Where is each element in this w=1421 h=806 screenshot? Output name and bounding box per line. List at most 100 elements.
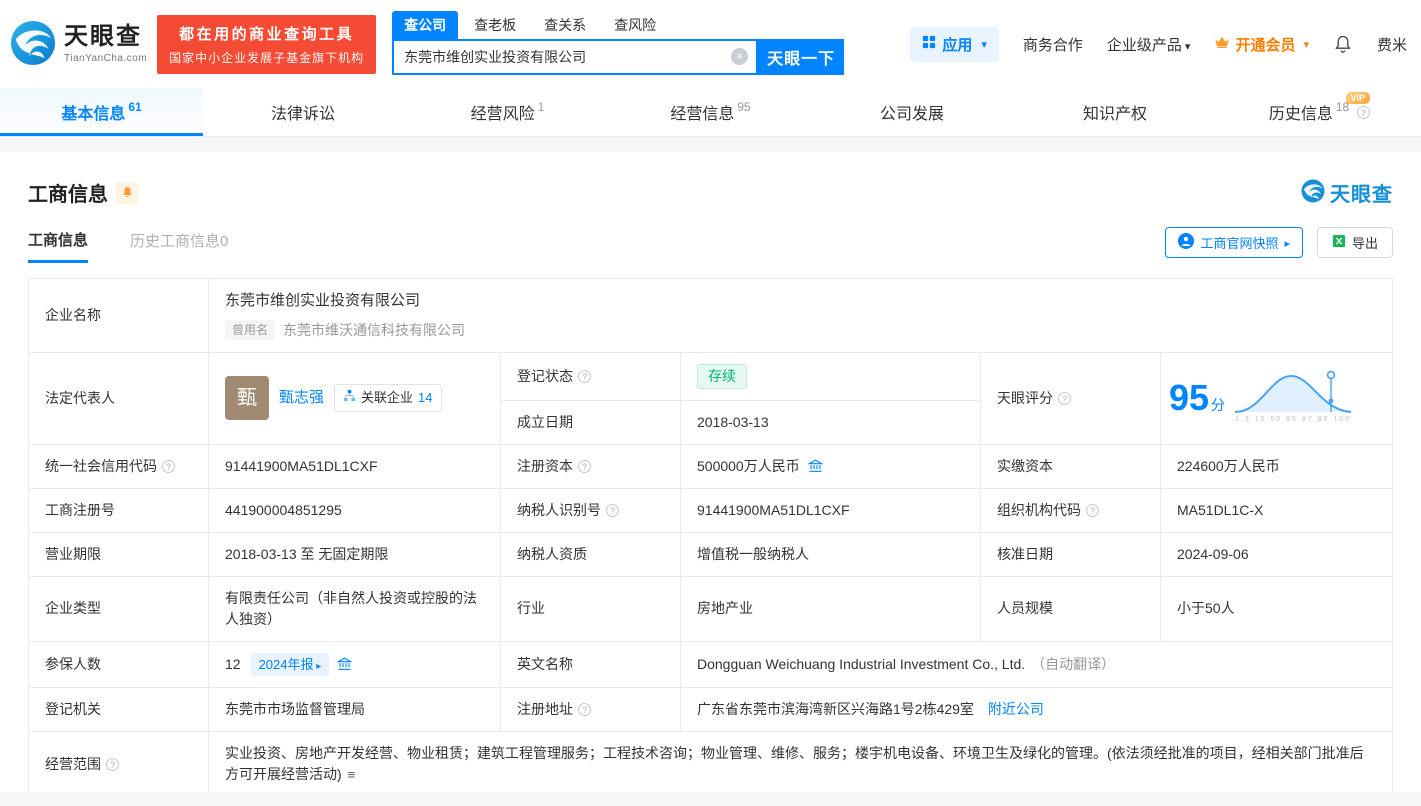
tab-company-development[interactable]: 公司发展: [812, 88, 1015, 136]
label-reg-capital: 注册资本: [501, 444, 681, 488]
tianyancha-mini-icon: [1301, 179, 1325, 206]
label-business-term: 营业期限: [29, 532, 209, 576]
crown-icon: [1214, 35, 1230, 53]
label-legal-rep: 法定代表人: [29, 352, 209, 444]
company-name-value: 东莞市维创实业投资有限公司: [225, 290, 1376, 313]
open-vip-button[interactable]: 开通会员: [1214, 34, 1309, 55]
label-business-scope: 经营范围: [29, 732, 209, 797]
search-button[interactable]: 天眼一下: [758, 39, 844, 75]
label-establish-date: 成立日期: [501, 400, 681, 444]
section-title: 工商信息: [28, 178, 108, 207]
label-score: 天眼评分: [981, 352, 1161, 444]
brand-domain: TianYanCha.com: [64, 53, 147, 64]
search-tab-risk[interactable]: 查风险: [602, 11, 668, 39]
label-paid-capital: 实缴资本: [981, 444, 1161, 488]
help-icon[interactable]: [106, 758, 119, 771]
reg-authority-cell: 东莞市市场监督管理局: [209, 688, 501, 732]
former-name-value: 东莞市维沃通信科技有限公司: [283, 320, 465, 341]
clear-search-icon[interactable]: ×: [731, 48, 748, 65]
taxpayer-quality-cell: 增值税一般纳税人: [681, 532, 981, 576]
promo-line1: 都在用的商业查询工具: [169, 23, 364, 44]
help-icon[interactable]: [578, 460, 591, 473]
related-companies-tag[interactable]: 关联企业 14: [334, 384, 441, 412]
help-icon[interactable]: [162, 460, 175, 473]
related-companies-icon: [343, 388, 356, 408]
subtab-row: 工商信息 历史工商信息0 工商官网快照 导出: [28, 227, 1393, 264]
user-menu[interactable]: 费米: [1377, 34, 1407, 55]
search-input-box: ×: [392, 39, 758, 75]
establish-date-cell: 2018-03-13: [681, 400, 981, 444]
table-row: 营业期限 2018-03-13 至 无固定期限 纳税人资质 增值税一般纳税人 核…: [29, 532, 1393, 576]
tab-legal-proceedings[interactable]: 法律诉讼: [203, 88, 406, 136]
excel-icon: [1332, 234, 1346, 251]
tab-intellectual-property[interactable]: 知识产权: [1015, 88, 1218, 136]
official-snapshot-button[interactable]: 工商官网快照: [1165, 227, 1303, 258]
label-reg-authority: 登记机关: [29, 688, 209, 732]
search-tabs: 查公司 查老板 查关系 查风险: [392, 14, 844, 39]
label-approval-date: 核准日期: [981, 532, 1161, 576]
arrow-right-icon: [1284, 235, 1290, 250]
auto-translate-note: （自动翻译）: [1031, 656, 1115, 672]
apps-menu-button[interactable]: 应用: [910, 27, 999, 62]
capital-track-icon[interactable]: [808, 459, 823, 473]
table-row: 法定代表人 甄 甄志强 关联企业 14 登记状态 存续 天眼评分: [29, 352, 1393, 400]
credit-code-cell: 91441900MA51DL1CXF: [209, 444, 501, 488]
help-icon[interactable]: [1086, 504, 1099, 517]
table-row: 统一社会信用代码 91441900MA51DL1CXF 注册资本 500000万…: [29, 444, 1393, 488]
search-tab-relation[interactable]: 查关系: [532, 11, 598, 39]
status-badge: 存续: [697, 364, 747, 389]
table-row: 参保人数 122024年报 英文名称 Dongguan Weichuang In…: [29, 641, 1393, 688]
help-icon[interactable]: [578, 370, 591, 383]
scope-expand-icon[interactable]: [348, 767, 356, 782]
company-type-cell: 有限责任公司（非自然人投资或控股的法人独资）: [209, 576, 501, 641]
search-tab-boss[interactable]: 查老板: [462, 11, 528, 39]
industry-cell: 房地产业: [681, 576, 981, 641]
legal-rep-cell: 甄 甄志强 关联企业 14: [209, 352, 501, 444]
help-icon[interactable]: [1058, 392, 1071, 405]
annual-report-tag[interactable]: 2024年报: [251, 653, 330, 677]
brand-name: 天眼查: [64, 24, 147, 50]
table-row: 登记机关 东莞市市场监督管理局 注册地址 广东省东莞市滨海湾新区兴海路1号2栋4…: [29, 688, 1393, 732]
subtab-history-business-info[interactable]: 历史工商信息0: [130, 230, 228, 261]
label-staff-size: 人员规模: [981, 576, 1161, 641]
subtab-business-info[interactable]: 工商信息: [28, 229, 88, 263]
taxpayer-id-cell: 91441900MA51DL1CXF: [681, 488, 981, 532]
tab-basic-info[interactable]: 基本信息61: [0, 88, 203, 136]
snapshot-person-icon: [1178, 233, 1194, 252]
tab-history-info[interactable]: VIP 历史信息18: [1218, 88, 1421, 136]
nearby-companies-link[interactable]: 附近公司: [988, 701, 1044, 717]
search-input[interactable]: [404, 49, 731, 65]
label-org-code: 组织机构代码: [981, 488, 1161, 532]
label-company-name: 企业名称: [29, 279, 209, 353]
table-row: 工商注册号 441900004851295 纳税人识别号 91441900MA5…: [29, 488, 1393, 532]
legal-rep-avatar[interactable]: 甄: [225, 376, 269, 420]
promo-line2: 国家中小企业发展子基金旗下机构: [169, 49, 364, 66]
insured-track-icon[interactable]: [337, 657, 352, 671]
main-content: 工商信息 天眼查 工商信息 历史工商信息0 工商官网快照: [0, 178, 1421, 797]
tab-operation-info[interactable]: 经营信息95: [609, 88, 812, 136]
nav-enterprise[interactable]: 企业级产品: [1107, 34, 1191, 55]
help-icon[interactable]: [1357, 106, 1370, 119]
legal-rep-name-link[interactable]: 甄志强: [279, 387, 324, 410]
search-tab-company[interactable]: 查公司: [392, 11, 458, 39]
business-scope-cell: 实业投资、房地产开发经营、物业租赁；建筑工程管理服务；工程技术咨询；物业管理、维…: [209, 732, 1393, 797]
help-icon[interactable]: [578, 703, 591, 716]
tianyancha-logo[interactable]: 天眼查 TianYanCha.com: [10, 20, 147, 69]
label-reg-address: 注册地址: [501, 688, 681, 732]
export-button[interactable]: 导出: [1317, 227, 1393, 258]
nav-cooperation[interactable]: 商务合作: [1023, 34, 1083, 55]
notification-bell-icon[interactable]: [1333, 34, 1353, 54]
subscribe-bell-icon[interactable]: [116, 182, 138, 204]
top-header: 天眼查 TianYanCha.com 都在用的商业查询工具 国家中小企业发展子基…: [0, 0, 1421, 88]
score-cell[interactable]: 95分 1 3 15 50 85 97 99 100: [1161, 352, 1393, 444]
tianyancha-logo-icon: [10, 20, 56, 69]
table-row: 企业名称 东莞市维创实业投资有限公司 曾用名 东莞市维沃通信科技有限公司: [29, 279, 1393, 353]
bottom-strip: [0, 792, 1421, 806]
table-row: 企业类型 有限责任公司（非自然人投资或控股的法人独资） 行业 房地产业 人员规模…: [29, 576, 1393, 641]
help-icon[interactable]: [606, 504, 619, 517]
business-info-table: 企业名称 东莞市维创实业投资有限公司 曾用名 东莞市维沃通信科技有限公司 法定代…: [28, 278, 1393, 797]
top-nav: 应用 商务合作 企业级产品 开通会员 费米: [910, 27, 1407, 62]
score-curve-chart: 1 3 15 50 85 97 99 100: [1233, 370, 1353, 426]
tab-operation-risk[interactable]: 经营风险1: [406, 88, 609, 136]
label-credit-code: 统一社会信用代码: [29, 444, 209, 488]
